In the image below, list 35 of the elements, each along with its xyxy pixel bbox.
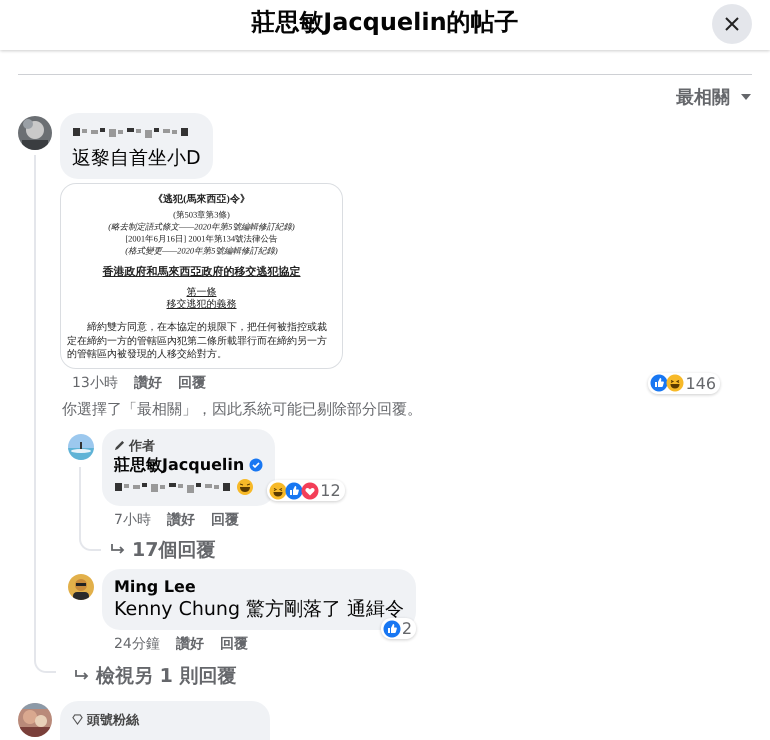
reply-link[interactable]: 回覆	[210, 510, 239, 529]
document-text: (第503章第3條)	[172, 210, 231, 222]
document-text: 第一條	[186, 287, 218, 298]
document-text: (格式變更——2020年第5號編輯修訂紀錄)	[124, 246, 279, 258]
document-text: 移交逃犯的義務	[166, 299, 238, 312]
commenter-name[interactable]: 莊思敏Jacquelin	[114, 454, 244, 476]
document-text: 締約雙方同意，在本協定的規限下，把任何被指控或裁定在締約一方的管轄區內犯第二條所載罪行而在締約另一方的管轄區內被發現的人移交給對方。	[67, 321, 328, 362]
post-title: 莊思敏Jacquelin的帖子	[251, 7, 519, 38]
comment-time: 13小時	[72, 374, 118, 392]
like-link[interactable]: 讚好	[134, 374, 162, 392]
reaction-summary[interactable]: 12	[267, 480, 345, 502]
laughing-emoji-icon	[236, 478, 254, 496]
document-text: (略去制定語式條文——2020年第5號編輯修訂紀錄)	[107, 222, 296, 234]
reply-link[interactable]: 回覆	[178, 374, 206, 392]
comment-text: 返黎自首坐小D	[72, 146, 201, 171]
view-more-replies-link[interactable]: 檢視另 1 則回覆	[74, 662, 236, 689]
close-icon	[724, 16, 740, 32]
like-link[interactable]: 讚好	[166, 510, 195, 529]
filter-notice: 你選擇了「最相關」，因此系統可能已剔除部分回覆。	[62, 400, 423, 419]
view-replies-link[interactable]: 17個回覆	[110, 536, 216, 563]
comment-time: 7小時	[114, 510, 151, 529]
reply-link[interactable]: 回覆	[220, 634, 248, 653]
commenter-name[interactable]: Ming Lee	[114, 576, 196, 596]
sort-dropdown[interactable]: 最相關	[676, 85, 752, 109]
like-link[interactable]: 讚好	[176, 634, 204, 653]
reaction-summary[interactable]: 2	[380, 618, 416, 640]
close-button[interactable]	[712, 4, 752, 44]
document-text: [2001年6月16日] 2001年第134號法律公告	[124, 234, 279, 246]
caret-icon	[740, 93, 752, 101]
document-text: 《逃犯(馬來西亞)令》	[152, 194, 251, 206]
document-text: 香港政府和馬來西亞政府的移交逃犯協定	[102, 266, 302, 280]
badge-label: 作者	[129, 438, 155, 455]
badge-label: 頭號粉絲	[87, 712, 139, 729]
reaction-summary[interactable]: 146	[648, 372, 720, 394]
comment-time: 24分鐘	[114, 634, 160, 653]
